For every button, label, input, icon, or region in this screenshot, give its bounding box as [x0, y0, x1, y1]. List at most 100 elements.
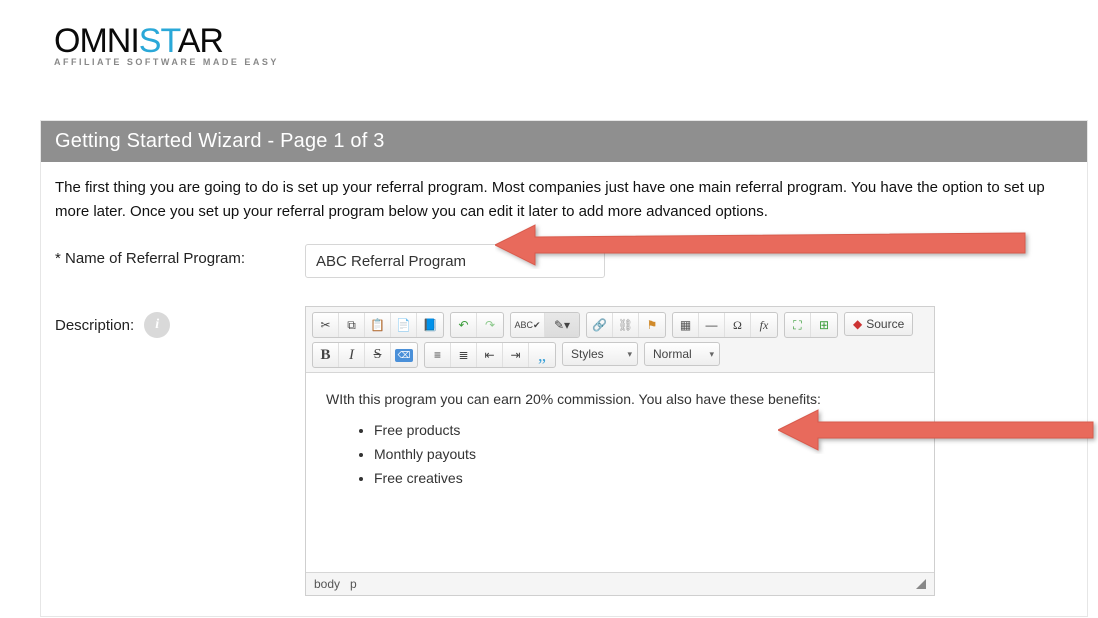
- tb-group-undo: ↶ ↷: [450, 312, 504, 338]
- unlink-button[interactable]: ⛓: [613, 313, 639, 337]
- equation-button[interactable]: fx: [751, 313, 777, 337]
- list-item: Monthly payouts: [374, 443, 914, 467]
- toolbar-row-1: ✂ ⧉ 📋 📄 📘 ↶ ↷: [312, 312, 928, 338]
- logo-tagline: AFFILIATE SOFTWARE MADE EASY: [54, 57, 279, 67]
- paste-icon: 📋: [370, 318, 385, 332]
- redo-icon: ↷: [485, 318, 495, 332]
- paste-text-button[interactable]: 📄: [391, 313, 417, 337]
- page: OMNISTAR AFFILIATE SOFTWARE MADE EASY Ge…: [0, 0, 1098, 618]
- tb-group-insert: ▦ ― Ω fx: [672, 312, 778, 338]
- italic-icon: I: [349, 347, 354, 364]
- editor-toolbar: ✂ ⧉ 📋 📄 📘 ↶ ↷: [306, 307, 934, 373]
- form-row-name: * Name of Referral Program:: [55, 244, 1073, 278]
- path-body[interactable]: body: [314, 577, 340, 591]
- styles-label: Styles: [571, 347, 604, 361]
- tb-group-clipboard: ✂ ⧉ 📋 📄 📘: [312, 312, 444, 338]
- tb-group-format: B I S ⌫: [312, 342, 418, 368]
- table-icon: ▦: [680, 318, 691, 332]
- spellcheck-toggle-icon: ✎▾: [554, 318, 570, 332]
- name-label: * Name of Referral Program:: [55, 244, 305, 267]
- rich-text-editor: ✂ ⧉ 📋 📄 📘 ↶ ↷: [305, 306, 935, 596]
- editor-wrap: ✂ ⧉ 📋 📄 📘 ↶ ↷: [305, 306, 1073, 596]
- indent-icon: ⇥: [510, 348, 520, 362]
- outdent-icon: ⇤: [484, 348, 494, 362]
- list-item: Free creatives: [374, 467, 914, 491]
- logo-text: OMNISTAR: [54, 22, 279, 61]
- scissors-icon: ✂: [320, 318, 330, 332]
- logo-st: ST: [139, 22, 178, 60]
- info-icon[interactable]: i: [144, 312, 170, 338]
- paste-word-button[interactable]: 📘: [417, 313, 443, 337]
- cut-button[interactable]: ✂: [313, 313, 339, 337]
- copy-button[interactable]: ⧉: [339, 313, 365, 337]
- form-row-description: Description: i ✂ ⧉ 📋 📄: [55, 306, 1073, 596]
- source-button[interactable]: ◆ Source: [844, 312, 913, 336]
- path-tags: body p: [314, 577, 357, 591]
- paste-word-icon: 📘: [423, 318, 438, 332]
- remove-format-icon: ⌫: [395, 349, 414, 362]
- undo-icon: ↶: [458, 318, 468, 332]
- styles-dropdown[interactable]: Styles: [562, 342, 638, 366]
- outdent-button[interactable]: ⇤: [477, 343, 503, 367]
- format-dropdown[interactable]: Normal: [644, 342, 720, 366]
- editor-bullet-list: Free products Monthly payouts Free creat…: [326, 419, 914, 490]
- tb-group-maximize: ⛶ ⊞: [784, 312, 838, 338]
- wizard-panel: Getting Started Wizard - Page 1 of 3 The…: [40, 120, 1088, 617]
- format-label: Normal: [653, 347, 692, 361]
- tb-group-lists: ≡ ≣ ⇤ ⇥ „: [424, 342, 556, 368]
- tb-group-spell: ABC✔ ✎▾: [510, 312, 580, 338]
- resize-handle-icon[interactable]: [916, 579, 926, 589]
- blockquote-button[interactable]: „: [529, 343, 555, 367]
- strike-icon: S: [374, 347, 382, 363]
- redo-button[interactable]: ↷: [477, 313, 503, 337]
- source-icon: ◆: [853, 317, 862, 331]
- ol-icon: ≡: [434, 348, 441, 362]
- name-input-wrap: [305, 244, 1073, 278]
- anchor-button[interactable]: ⚑: [639, 313, 665, 337]
- strike-button[interactable]: S: [365, 343, 391, 367]
- logo-omni: OMNI: [54, 22, 139, 60]
- editor-path-bar: body p: [306, 573, 934, 595]
- indent-button[interactable]: ⇥: [503, 343, 529, 367]
- logo-ar: AR: [178, 22, 223, 60]
- wizard-body: The first thing you are going to do is s…: [41, 162, 1087, 616]
- maximize-icon: ⛶: [793, 318, 801, 333]
- link-button[interactable]: 🔗: [587, 313, 613, 337]
- italic-button[interactable]: I: [339, 343, 365, 367]
- table-button[interactable]: ▦: [673, 313, 699, 337]
- link-icon: 🔗: [592, 318, 607, 332]
- remove-format-button[interactable]: ⌫: [391, 343, 417, 367]
- tb-group-links: 🔗 ⛓ ⚑: [586, 312, 666, 338]
- omega-icon: Ω: [733, 318, 742, 333]
- description-label-wrap: Description: i: [55, 306, 305, 338]
- paste-text-icon: 📄: [396, 318, 411, 332]
- unlink-icon: ⛓: [618, 318, 633, 332]
- quote-icon: „: [538, 350, 546, 360]
- paste-button[interactable]: 📋: [365, 313, 391, 337]
- wizard-title: Getting Started Wizard - Page 1 of 3: [41, 121, 1087, 162]
- bold-icon: B: [320, 347, 330, 364]
- wizard-intro-text: The first thing you are going to do is s…: [55, 176, 1073, 224]
- spellcheck-toggle-button[interactable]: ✎▾: [545, 313, 579, 337]
- description-label: Description:: [55, 317, 134, 334]
- spellcheck-button[interactable]: ABC✔: [511, 313, 545, 337]
- numbered-list-button[interactable]: ≡: [425, 343, 451, 367]
- anchor-icon: ⚑: [647, 318, 658, 332]
- editor-paragraph: WIth this program you can earn 20% commi…: [326, 391, 914, 407]
- bold-button[interactable]: B: [313, 343, 339, 367]
- ul-icon: ≣: [458, 348, 468, 362]
- undo-button[interactable]: ↶: [451, 313, 477, 337]
- special-char-button[interactable]: Ω: [725, 313, 751, 337]
- toolbar-row-2: B I S ⌫ ≡ ≣ ⇤ ⇥ „: [312, 342, 928, 368]
- name-input[interactable]: [305, 244, 605, 278]
- logo: OMNISTAR AFFILIATE SOFTWARE MADE EASY: [54, 22, 279, 67]
- maximize-button[interactable]: ⛶: [785, 313, 811, 337]
- list-item: Free products: [374, 419, 914, 443]
- bullet-list-button[interactable]: ≣: [451, 343, 477, 367]
- path-p[interactable]: p: [350, 577, 357, 591]
- showblocks-button[interactable]: ⊞: [811, 313, 837, 337]
- hr-icon: ―: [706, 318, 718, 332]
- fx-icon: fx: [760, 318, 769, 333]
- editor-content-area[interactable]: WIth this program you can earn 20% commi…: [306, 373, 934, 573]
- hr-button[interactable]: ―: [699, 313, 725, 337]
